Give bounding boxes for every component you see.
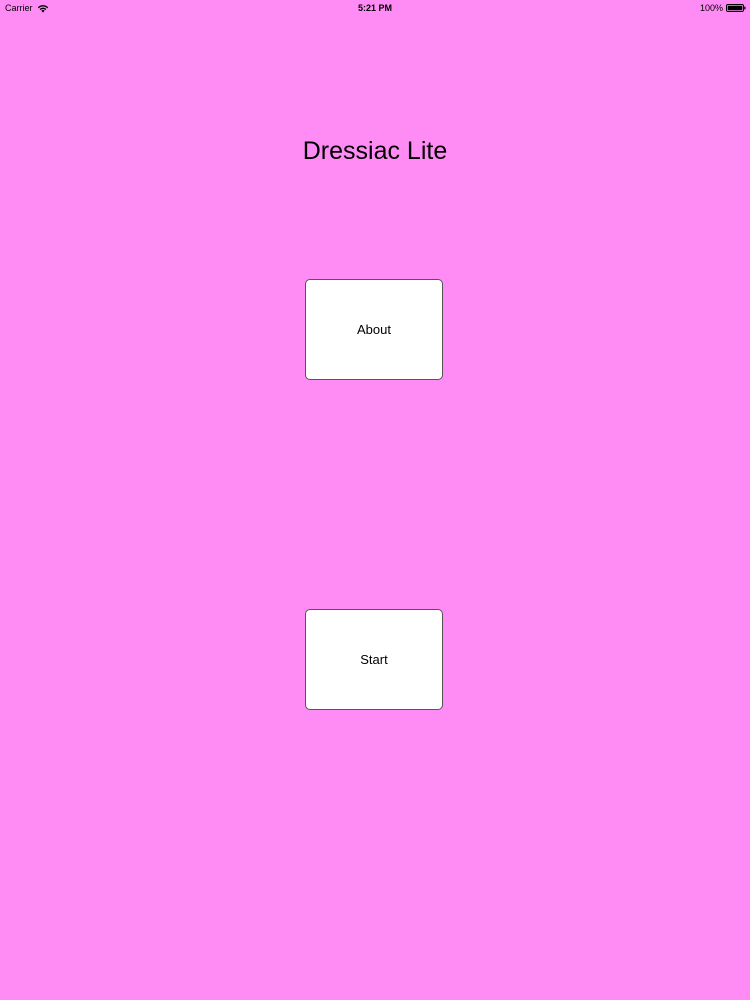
- start-button[interactable]: Start: [305, 609, 443, 710]
- about-button[interactable]: About: [305, 279, 443, 380]
- status-right: 100%: [700, 0, 746, 16]
- status-bar: Carrier 5:21 PM 100%: [0, 0, 750, 16]
- battery-percent: 100%: [699, 3, 723, 13]
- status-time: 5:21 PM: [357, 3, 392, 13]
- battery-icon: [726, 4, 746, 12]
- app-title: Dressiac Lite: [302, 137, 448, 165]
